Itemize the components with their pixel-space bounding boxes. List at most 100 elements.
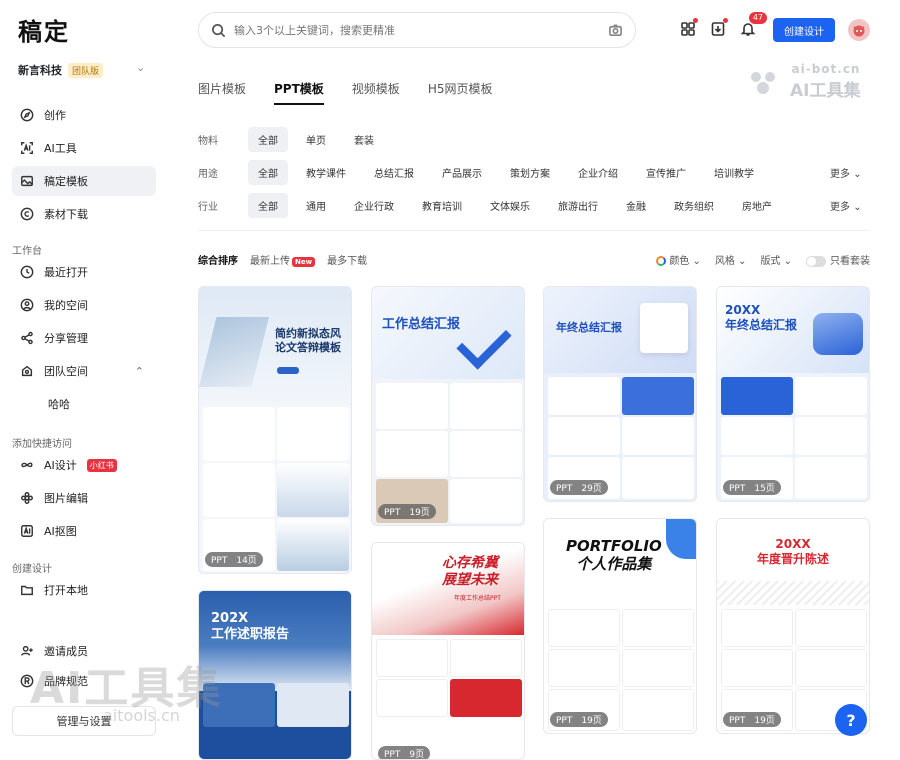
app-logo[interactable]: 稿定 [18, 12, 70, 47]
flower-icon [20, 491, 34, 505]
tab-ppt[interactable]: PPT模板 [274, 80, 324, 105]
search-bar[interactable] [198, 12, 636, 48]
layout-filter[interactable]: 版式 ⌄ [760, 252, 792, 267]
filter-chip[interactable]: 政务组织 [664, 193, 724, 218]
bell-icon[interactable]: 47 [739, 12, 767, 38]
filter-chip[interactable]: 全部 [248, 127, 288, 152]
card-title: PORTFOLIO 个人作品集 [566, 537, 662, 573]
tab-h5[interactable]: H5网页模板 [428, 80, 493, 97]
mountain-image [199, 317, 269, 387]
filter-purpose-more[interactable]: 更多 ⌄ [830, 165, 862, 180]
sidebar-item-ai-design[interactable]: AI设计 小红书 [12, 450, 156, 480]
slide-thumb [721, 649, 793, 687]
sidebar-item-share[interactable]: 分享管理 [12, 323, 156, 353]
filter-chip[interactable]: 单页 [296, 127, 336, 152]
slide-thumb [721, 609, 793, 647]
card-accent [666, 519, 696, 559]
cat-avatar-icon [853, 25, 865, 37]
filter-chip[interactable]: 教学课件 [296, 160, 356, 185]
sidebar-item-templates[interactable]: 稿定模板 [12, 166, 156, 196]
only-set-toggle[interactable]: 只看套装 [806, 252, 870, 267]
sidebar-item-ai-cutout[interactable]: AI抠图 [12, 516, 156, 546]
filter-chip[interactable]: 教育培训 [412, 193, 472, 218]
sidebar-item-label: 分享管理 [44, 332, 88, 345]
card-cover: 年终总结汇报 [544, 287, 696, 373]
style-filter[interactable]: 风格 ⌄ [715, 252, 747, 267]
card-cover: 简约新拟态风 论文答辩模板 [199, 287, 351, 405]
template-card[interactable]: PORTFOLIO 个人作品集 PPT 19页 [543, 518, 697, 734]
template-card[interactable]: 年终总结汇报 PPT 29页 [543, 286, 697, 502]
checkmark-icon [456, 314, 512, 370]
page-count-pill: PPT 19页 [378, 504, 436, 519]
sort-default[interactable]: 综合排序 [198, 252, 238, 267]
color-filter[interactable]: 颜色 ⌄ [656, 252, 701, 267]
template-card[interactable]: 20XX 年终总结汇报 PPT 15页 [716, 286, 870, 502]
filter-chip[interactable]: 文体娱乐 [480, 193, 540, 218]
sidebar-item-my-space[interactable]: 我的空间 [12, 290, 156, 320]
template-card[interactable]: 20XX 年度晋升陈述 PPT 19页 [716, 518, 870, 734]
card-title: 20XX 年终总结汇报 [725, 303, 798, 332]
card-title: 202X 工作述职报告 [211, 611, 290, 642]
slide-thumb [376, 639, 448, 677]
sidebar-item-create[interactable]: 创作 [12, 100, 156, 130]
chevron-up-icon[interactable]: ⌃ [135, 365, 144, 378]
watermark-logo-icon [751, 71, 775, 94]
sidebar-item-haha[interactable]: 哈哈 [12, 389, 156, 419]
filter-chip[interactable]: 金融 [616, 193, 656, 218]
filter-chip[interactable]: 总结汇报 [364, 160, 424, 185]
create-design-button[interactable]: 创建设计 [773, 18, 835, 42]
sidebar-item-team-space[interactable]: 团队空间 ⌃ [12, 356, 156, 386]
filter-industry-more[interactable]: 更多 ⌄ [830, 198, 862, 213]
slide-thumb [277, 463, 349, 517]
filter-chip[interactable]: 企业行政 [344, 193, 404, 218]
sidebar-item-image-edit[interactable]: 图片编辑 [12, 483, 156, 513]
sort-most-download[interactable]: 最多下载 [327, 252, 367, 267]
help-button[interactable]: ? [835, 704, 867, 736]
filter-chip[interactable]: 宣传推广 [636, 160, 696, 185]
card-pattern [717, 581, 869, 605]
sidebar-item-label: 素材下载 [44, 208, 88, 221]
layout-label: 版式 [760, 256, 781, 267]
download-icon[interactable] [709, 18, 728, 38]
slide-thumb [450, 679, 522, 717]
search-input[interactable] [234, 23, 600, 37]
sidebar-item-open-local[interactable]: 打开本地 [12, 575, 156, 605]
filter-chip[interactable]: 产品展示 [432, 160, 492, 185]
filter-chip[interactable]: 培训教学 [704, 160, 764, 185]
slide-thumb [450, 639, 522, 677]
sidebar-item-ai-tools[interactable]: AI工具 [12, 133, 156, 163]
divider [198, 230, 870, 231]
sort-bar: 综合排序 最新上传 New 最多下载 颜色 ⌄ 风格 ⌄ 版式 ⌄ 只看套装 [198, 252, 870, 267]
filter-chip[interactable]: 全部 [248, 193, 288, 218]
filter-chip[interactable]: 策划方案 [500, 160, 560, 185]
template-card[interactable]: 工作总结汇报 PPT 19页 [371, 286, 525, 526]
tab-video[interactable]: 视频模板 [352, 80, 400, 97]
new-badge: New [292, 257, 316, 267]
card-title: 年终总结汇报 [556, 321, 622, 334]
team-switcher[interactable]: 新言科技 团队版 [18, 62, 104, 78]
filter-chip[interactable]: 房地产 [732, 193, 782, 218]
template-card[interactable]: 心存希冀 展望未来 年度工作总结PPT PPT 9页 [371, 542, 525, 760]
sidebar-item-recent[interactable]: 最近打开 [12, 257, 156, 287]
template-card[interactable]: 简约新拟态风 论文答辩模板 PPT 14页 [198, 286, 352, 574]
avatar[interactable] [848, 19, 870, 41]
filter-chip[interactable]: 全部 [248, 160, 288, 185]
slide-thumb [795, 649, 867, 687]
page-count-pill: PPT 15页 [723, 480, 781, 495]
tab-image[interactable]: 图片模板 [198, 80, 246, 97]
apps-icon[interactable] [679, 18, 698, 38]
share-icon [20, 331, 34, 345]
toggle-switch[interactable] [806, 255, 826, 267]
page-count-pill: PPT 19页 [723, 712, 781, 727]
sidebar-item-assets[interactable]: 素材下载 [12, 199, 156, 229]
filter-chip[interactable]: 通用 [296, 193, 336, 218]
slide-thumb [795, 609, 867, 647]
filter-chip[interactable]: 套装 [344, 127, 384, 152]
sidebar-item-label: 哈哈 [48, 398, 70, 411]
chevron-down-icon[interactable]: ⌄ [136, 61, 145, 74]
camera-icon[interactable] [608, 23, 623, 38]
filter-chip[interactable]: 旅游出行 [548, 193, 608, 218]
filter-chip[interactable]: 企业介绍 [568, 160, 628, 185]
workspace-label: 工作台 [12, 246, 42, 257]
sort-newest[interactable]: 最新上传 New [250, 252, 316, 267]
